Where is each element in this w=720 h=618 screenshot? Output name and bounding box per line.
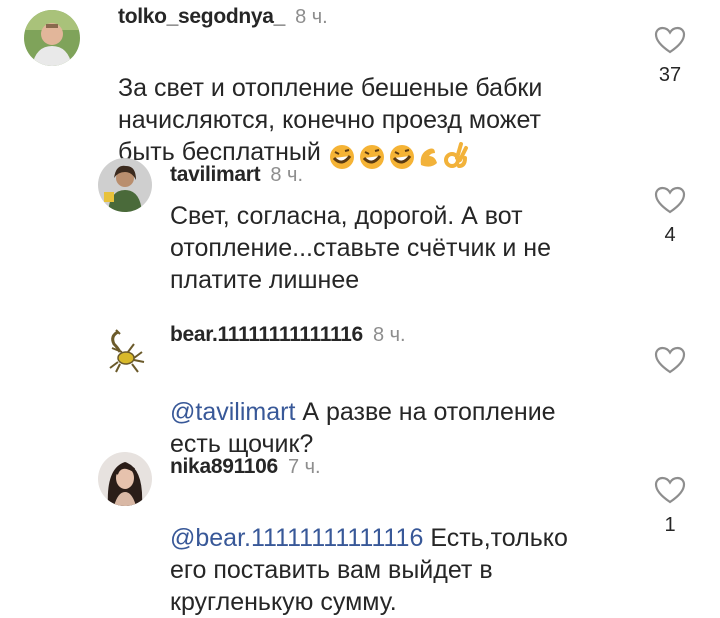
like-count: 4 (664, 224, 676, 246)
comment-text: Свет, согласна, дорогой. А вот отопление… (170, 202, 552, 294)
avatar-bear[interactable] (98, 324, 152, 378)
username[interactable]: tolko_segodnya_ (118, 5, 285, 28)
avatar-tolko-segodnya[interactable] (24, 10, 80, 66)
mention-link[interactable]: @bear.11111111111116 (170, 524, 423, 552)
heart-outline-icon (654, 346, 686, 374)
scorpion-avatar-icon (98, 324, 152, 378)
comment-tavilimart: tavilimart 8 ч. Свет, согласна, дорогой. … (0, 150, 720, 310)
heart-outline-icon (654, 186, 686, 214)
heart-outline-icon (654, 476, 686, 504)
avatar-photo-man (24, 10, 80, 66)
like-button[interactable] (650, 346, 690, 384)
username[interactable]: nika891106 (170, 455, 278, 478)
timestamp: 8 ч. (270, 164, 304, 186)
timestamp: 7 ч. (287, 456, 321, 478)
username[interactable]: tavilimart (170, 163, 261, 186)
comment-nika: nika891106 7 ч. @bear.11111111111116 Есть… (0, 440, 720, 616)
like-button[interactable]: 37 (650, 26, 690, 86)
avatar-nika[interactable] (98, 452, 152, 506)
avatar-tavilimart[interactable] (98, 158, 152, 212)
avatar-photo-woman (98, 452, 152, 506)
mention-link[interactable]: @tavilimart (170, 398, 295, 426)
heart-outline-icon (654, 26, 686, 54)
comment-tolko-segodnya: tolko_segodnya_ 8 ч. За свет и отопление … (0, 0, 720, 170)
like-button[interactable]: 4 (650, 186, 690, 246)
comment-text: @bear.11111111111116 Есть,только его пос… (170, 490, 640, 618)
like-count: 37 (658, 64, 682, 86)
like-button[interactable]: 1 (650, 476, 690, 536)
username[interactable]: bear.11111111111116 (170, 323, 363, 346)
comment-bear: bear.11111111111116 8 ч. @tavilimart А ра… (0, 310, 720, 458)
timestamp: 8 ч. (372, 324, 406, 346)
like-count: 1 (664, 514, 676, 536)
avatar-photo-woman (98, 158, 152, 212)
timestamp: 8 ч. (295, 6, 328, 28)
